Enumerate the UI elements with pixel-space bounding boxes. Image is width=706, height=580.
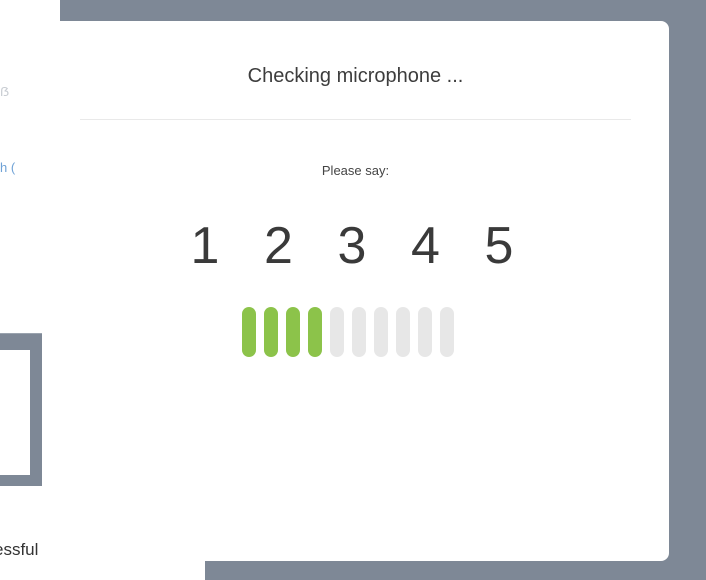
level-bar-active xyxy=(286,307,300,357)
background-icon: ẞ xyxy=(0,84,10,99)
prompt-label: Please say: xyxy=(321,163,390,178)
level-bar-inactive xyxy=(330,307,344,357)
level-bar-active xyxy=(264,307,278,357)
digit: 5 xyxy=(484,217,514,275)
level-bar-inactive xyxy=(418,307,432,357)
background-link[interactable]: h ( xyxy=(0,160,15,175)
toast-message: essful xyxy=(0,540,39,559)
digit: 3 xyxy=(337,217,367,275)
level-bar-inactive xyxy=(396,307,410,357)
level-bar-inactive xyxy=(374,307,388,357)
microphone-check-dialog: Checking microphone ... Please say: 1 2 … xyxy=(42,21,669,561)
level-bar-inactive xyxy=(440,307,454,357)
background-page-panel-lower xyxy=(0,350,30,475)
divider xyxy=(80,119,631,120)
digit: 4 xyxy=(411,217,440,275)
dialog-title: Checking microphone ... xyxy=(247,65,464,87)
level-bar-inactive xyxy=(352,307,366,357)
digit: 2 xyxy=(264,217,293,275)
microphone-level-meter xyxy=(242,307,454,357)
digit-sequence: 1 2 3 4 5 xyxy=(187,216,517,276)
level-bar-active xyxy=(242,307,256,357)
level-bar-active xyxy=(308,307,322,357)
digit: 1 xyxy=(190,217,220,275)
